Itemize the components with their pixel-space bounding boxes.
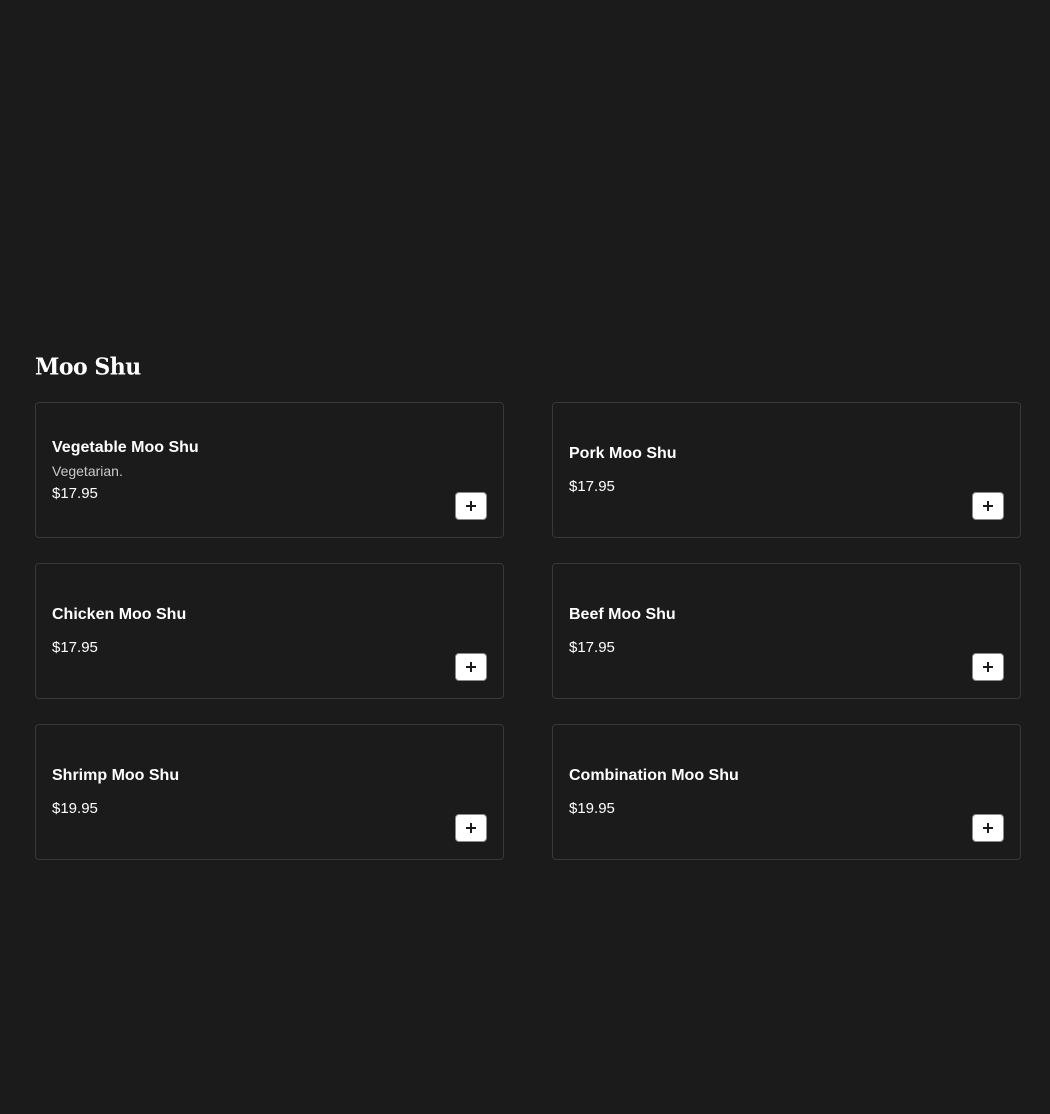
menu-item-name: Beef Moo Shu: [569, 606, 676, 623]
plus-icon: [466, 823, 476, 833]
menu-item-name: Vegetable Moo Shu: [52, 438, 199, 456]
add-item-button[interactable]: [972, 492, 1004, 520]
add-item-button[interactable]: [972, 814, 1004, 842]
add-item-button[interactable]: [455, 492, 487, 520]
add-item-button[interactable]: [455, 653, 487, 681]
section-title: Moo Shu: [35, 353, 141, 381]
menu-item-price: $17.95: [569, 639, 615, 656]
plus-icon: [466, 662, 476, 672]
menu-item-price: $17.95: [52, 639, 98, 656]
menu-item-card[interactable]: Beef Moo Shu $17.95: [552, 563, 1021, 699]
add-item-button[interactable]: [972, 653, 1004, 681]
menu-item-card[interactable]: Pork Moo Shu $17.95: [552, 402, 1021, 538]
menu-item-info: Beef Moo Shu $17.95: [569, 564, 950, 698]
plus-icon: [983, 662, 993, 672]
add-item-button[interactable]: [455, 814, 487, 842]
menu-item-grid: Vegetable Moo Shu Vegetarian. $17.95 Por…: [35, 402, 1021, 860]
menu-item-name: Pork Moo Shu: [569, 445, 677, 462]
menu-item-price: $19.95: [52, 800, 98, 817]
menu-item-name: Chicken Moo Shu: [52, 606, 187, 623]
menu-item-price: $17.95: [569, 478, 615, 495]
menu-item-info: Chicken Moo Shu $17.95: [52, 564, 433, 698]
menu-item-card[interactable]: Chicken Moo Shu $17.95: [35, 563, 504, 699]
menu-item-card[interactable]: Vegetable Moo Shu Vegetarian. $17.95: [35, 402, 504, 538]
menu-item-info: Pork Moo Shu $17.95: [569, 403, 950, 537]
menu-item-info: Vegetable Moo Shu Vegetarian. $17.95: [52, 403, 433, 537]
menu-item-description: Vegetarian.: [52, 462, 123, 479]
menu-item-name: Shrimp Moo Shu: [52, 767, 180, 784]
menu-item-price: $17.95: [52, 484, 98, 502]
menu-item-card[interactable]: Shrimp Moo Shu $19.95: [35, 724, 504, 860]
menu-item-price: $19.95: [569, 800, 615, 817]
plus-icon: [983, 501, 993, 511]
plus-icon: [983, 823, 993, 833]
menu-item-info: Combination Moo Shu $19.95: [569, 725, 950, 859]
menu-item-name: Combination Moo Shu: [569, 767, 739, 784]
menu-item-info: Shrimp Moo Shu $19.95: [52, 725, 433, 859]
menu-item-card[interactable]: Combination Moo Shu $19.95: [552, 724, 1021, 860]
plus-icon: [466, 501, 476, 511]
